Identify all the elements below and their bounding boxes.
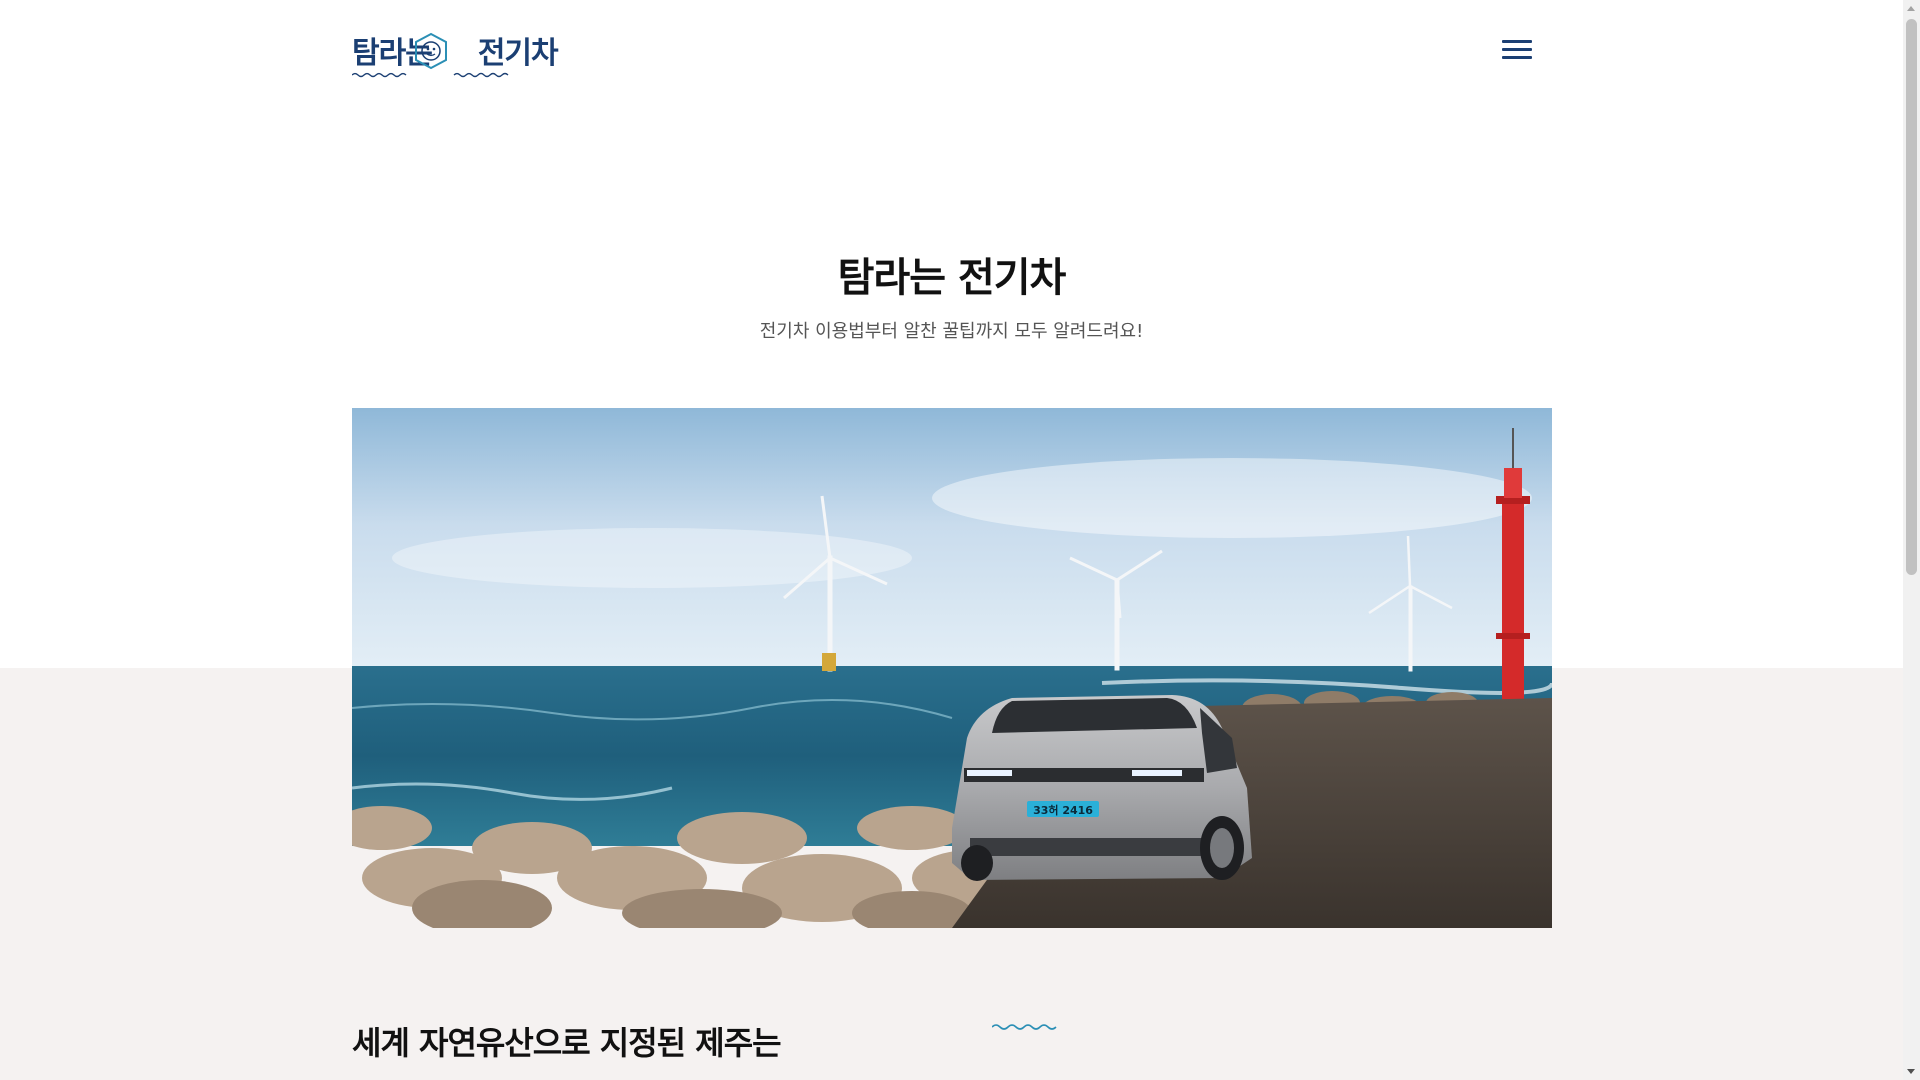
- vertical-scrollbar[interactable]: [1903, 0, 1920, 1080]
- page-viewport: 탐라는 전기차 탐라는 전기차 전기차 이용법부터 알찬 꿀팁까지 모두 알려드려…: [0, 0, 1903, 1080]
- logo-wordmark: 탐라는 전기차: [352, 28, 559, 72]
- section-wave-icon: [992, 1024, 1057, 1030]
- scroll-up-arrow-icon: [1907, 6, 1915, 11]
- scroll-down-arrow-icon: [1907, 1069, 1915, 1074]
- logo-wave-underline-icon: [352, 72, 509, 78]
- scroll-up-button[interactable]: [1903, 0, 1920, 17]
- license-plate-text: 33허 2416: [1033, 803, 1093, 817]
- page-title: 탐라는 전기차: [837, 255, 1067, 301]
- menu-bar-top: [1502, 40, 1532, 43]
- menu-bar-bottom: [1502, 56, 1532, 59]
- hero-scene-illustration: 33허 2416: [352, 408, 1552, 928]
- section-heading: 세계 자연유산으로 지정된 제주는: [352, 1024, 782, 1062]
- scrollbar-thumb[interactable]: [1906, 19, 1917, 575]
- menu-bar-middle: [1502, 48, 1532, 51]
- logo-text-right: 전기차: [477, 36, 559, 71]
- hamburger-menu-button[interactable]: [1500, 36, 1534, 64]
- site-logo[interactable]: 탐라는 전기차: [352, 28, 559, 80]
- logo-seal-icon: [415, 32, 447, 70]
- page-subtitle: 전기차 이용법부터 알찬 꿀팁까지 모두 알려드려요!: [759, 321, 1144, 342]
- scroll-down-button[interactable]: [1903, 1063, 1920, 1080]
- hero-image: 33허 2416: [352, 408, 1552, 928]
